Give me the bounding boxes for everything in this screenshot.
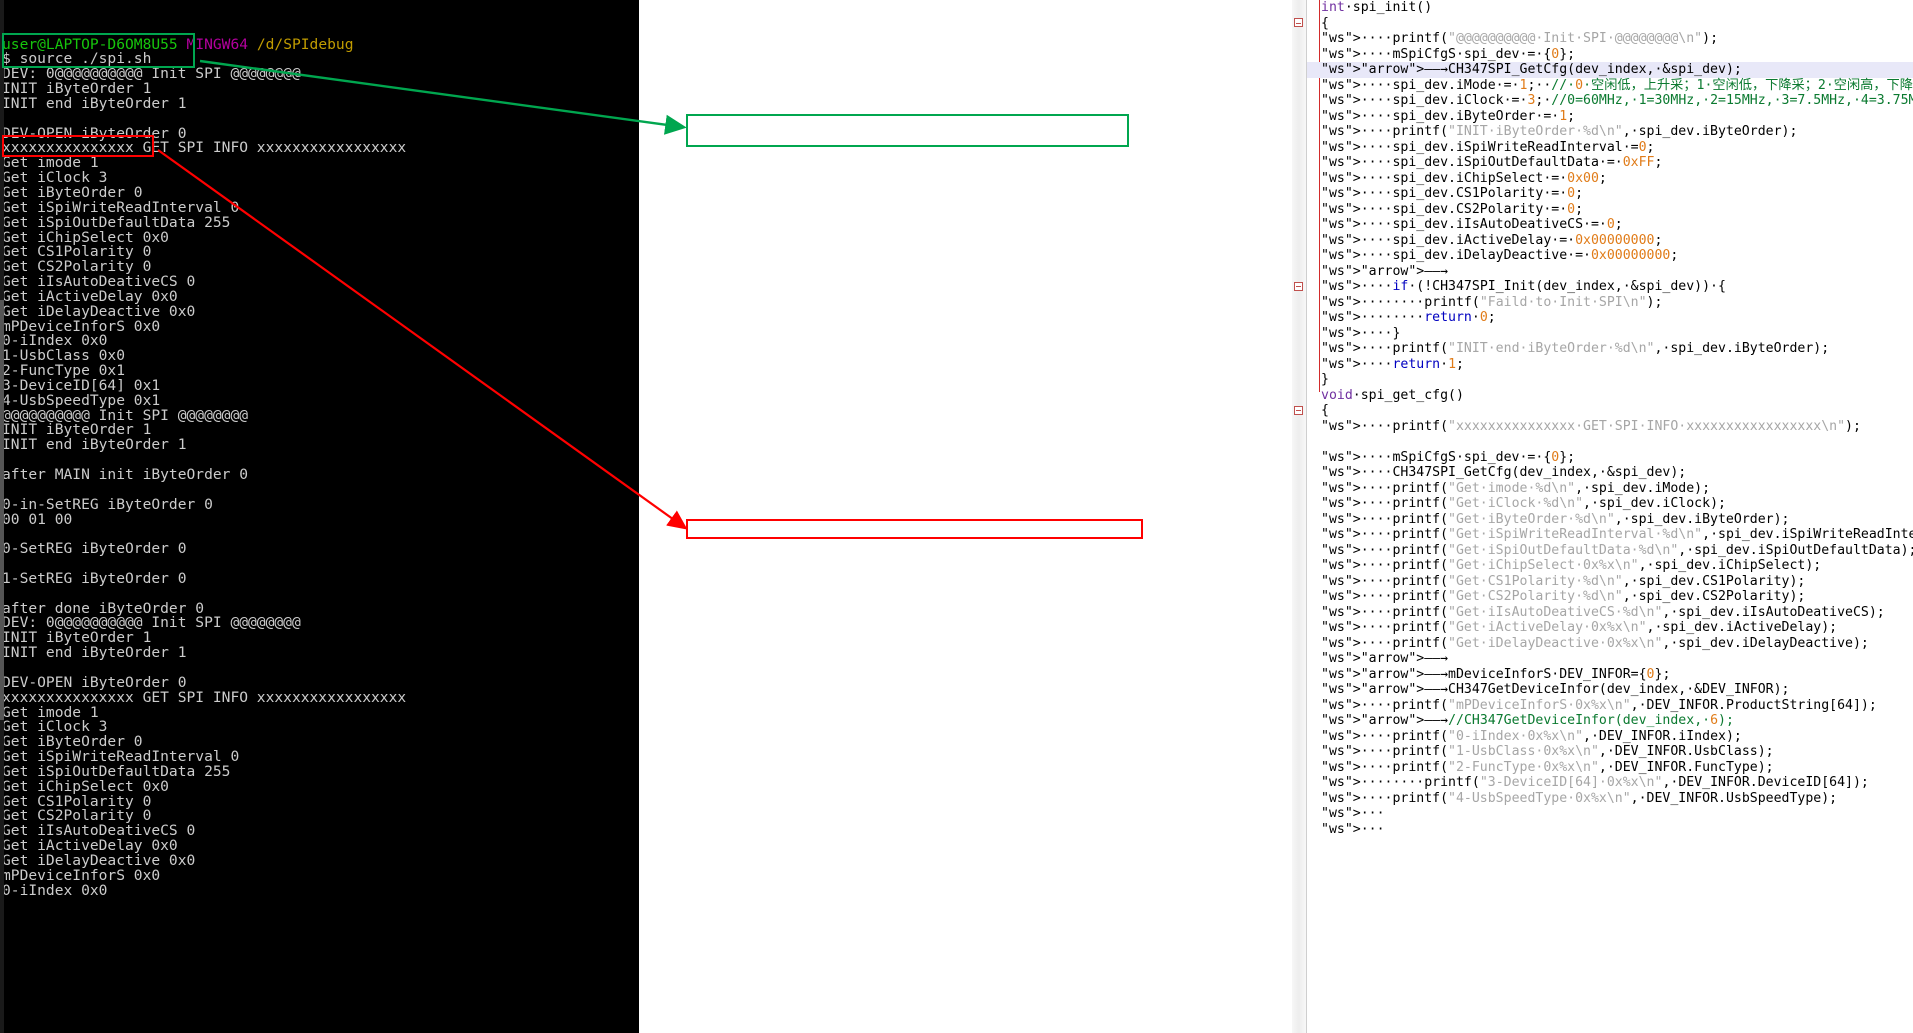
terminal-line: 0-in-SetREG iByteOrder 0 [2, 495, 213, 513]
code-line[interactable]: "ws">····return·1; [1307, 357, 1913, 373]
code-line[interactable]: "ws">····printf("Get·iDelayDeactive·0x%x… [1307, 636, 1913, 652]
code-line[interactable]: "ws">····if·(!CH347SPI_Init(dev_index,·&… [1294, 279, 1913, 295]
code-line[interactable]: "ws">····printf("mPDeviceInforS·0x%x\n",… [1307, 698, 1913, 714]
code-line[interactable]: "ws">"arrow">——→ [1307, 651, 1913, 667]
terminal-line: INIT end iByteOrder 1 [2, 436, 187, 454]
code-line[interactable] [1307, 434, 1913, 450]
terminal-line: 00 01 00 [2, 510, 73, 528]
code-line[interactable]: "ws">····printf("1-UsbClass·0x%x\n",·DEV… [1307, 744, 1913, 760]
terminal-pane[interactable]: user@LAPTOP-D6OM8U55 MINGW64 /d/SPIdebug… [0, 0, 639, 1033]
terminal-titlebar [0, 0, 639, 8]
code-line[interactable]: "ws">········return·0; [1307, 310, 1913, 326]
code-line[interactable]: "ws">····printf("Get·iSpiOutDefaultData·… [1307, 543, 1913, 559]
terminal-line: after MAIN init iByteOrder 0 [2, 466, 249, 483]
code-line[interactable]: "ws">····spi_dev.iActiveDelay·=·0x000000… [1307, 233, 1913, 249]
code-line[interactable]: "ws">····spi_dev.iMode·=·1;··//·0·空闲低，上升… [1307, 78, 1913, 94]
code-line[interactable]: "ws">····spi_dev.iChipSelect·=·0x00; [1307, 171, 1913, 187]
code-line[interactable]: "ws">····mSpiCfgS·spi_dev·=·{0}; [1307, 47, 1913, 63]
terminal-line: 0-iIndex 0x0 [2, 881, 108, 899]
code-line[interactable]: "ws">····CH347SPI_GetCfg(dev_index,·&spi… [1307, 465, 1913, 481]
code-line[interactable]: void·spi_get_cfg() [1307, 388, 1913, 404]
code-line[interactable]: "ws">"arrow">——→ [1307, 264, 1913, 280]
code-line[interactable]: "ws">····printf("INIT·end·iByteOrder·%d\… [1307, 341, 1913, 357]
code-line[interactable]: "ws">····printf("Get·iChipSelect·0x%x\n"… [1307, 558, 1913, 574]
code-line[interactable]: "ws">····mSpiCfgS·spi_dev·=·{0}; [1307, 450, 1913, 466]
code-line[interactable]: "ws">····printf("0-iIndex·0x%x\n",·DEV_I… [1307, 729, 1913, 745]
code-line[interactable]: "ws">····spi_dev.iSpiOutDefaultData·=·0x… [1307, 155, 1913, 171]
terminal-scrollbar[interactable] [0, 0, 4, 1033]
code-line[interactable]: "ws">····printf("Get·iActiveDelay·0x%x\n… [1307, 620, 1913, 636]
terminal-scrollbar-thumb[interactable] [0, 300, 4, 720]
code-line[interactable]: "ws">"arrow">——→mDeviceInforS·DEV_INFOR=… [1307, 667, 1913, 683]
code-line[interactable]: "ws">····printf("4-UsbSpeedType·0x%x\n",… [1307, 791, 1913, 807]
code-line[interactable]: "ws">····spi_dev.iClock·=·3;·//0=60MHz,·… [1307, 93, 1913, 109]
code-line[interactable]: "ws">····spi_dev.CS2Polarity·=·0; [1307, 202, 1913, 218]
code-line[interactable]: "ws">········printf("3-DeviceID[64]·0x%x… [1307, 775, 1913, 791]
terminal-output: user@LAPTOP-D6OM8U55 MINGW64 /d/SPIdebug… [2, 37, 639, 899]
code-line[interactable]: "ws">····spi_dev.iByteOrder·=·1; [1307, 109, 1913, 125]
fold-toggle-icon[interactable] [1294, 405, 1303, 415]
code-line[interactable]: "ws">····printf("xxxxxxxxxxxxxxx·GET·SPI… [1307, 419, 1913, 435]
code-line[interactable]: "ws">····printf("Get·CS1Polarity·%d\n",·… [1307, 574, 1913, 590]
terminal-line: INIT end iByteOrder 1 [2, 644, 187, 662]
terminal-line: INIT end iByteOrder 1 [2, 94, 187, 112]
code-content[interactable]: int·spi_init(){"ws">····printf("@@@@@@@@… [1294, 0, 1913, 1033]
code-line[interactable]: "ws">····printf("Get·imode·%d\n",·spi_de… [1307, 481, 1913, 497]
code-line[interactable]: "ws">····} [1307, 326, 1913, 342]
code-line[interactable]: "ws">····spi_dev.CS1Polarity·=·0; [1307, 186, 1913, 202]
code-line[interactable]: "ws">····printf("Get·iSpiWriteReadInterv… [1307, 527, 1913, 543]
code-line[interactable]: { [1294, 16, 1913, 32]
code-line[interactable]: "ws">····printf("Get·iIsAutoDeativeCS·%d… [1307, 605, 1913, 621]
code-line[interactable]: "ws">····spi_dev.iIsAutoDeativeCS·=·0; [1307, 217, 1913, 233]
terminal-line: 1-SetREG iByteOrder 0 [2, 569, 187, 587]
fold-toggle-icon[interactable] [1294, 281, 1303, 291]
code-line[interactable]: "ws">····printf("Get·CS2Polarity·%d\n",·… [1307, 589, 1913, 605]
code-line[interactable]: "ws">····spi_dev.iDelayDeactive·=·0x0000… [1307, 248, 1913, 264]
code-editor-pane[interactable]: int·spi_init(){"ws">····printf("@@@@@@@@… [639, 0, 1913, 1033]
code-line[interactable]: "ws">····spi_dev.iSpiWriteReadInterval·=… [1307, 140, 1913, 156]
code-line[interactable]: "ws">········printf("Faild·to·Init·SPI\n… [1307, 295, 1913, 311]
code-line[interactable]: } [1307, 372, 1913, 388]
terminal-line: 0-SetREG iByteOrder 0 [2, 540, 187, 558]
editor-bookmark-gutter[interactable] [1292, 0, 1307, 1033]
code-line[interactable]: "ws">"arrow">——→//CH347GetDeviceInfor(de… [1307, 713, 1913, 729]
code-line[interactable]: { [1294, 403, 1913, 419]
fold-toggle-icon[interactable] [1294, 18, 1303, 27]
code-line[interactable]: "ws">··· [1307, 806, 1913, 822]
code-line[interactable]: "ws">····printf("@@@@@@@@@@·Init·SPI·@@@… [1307, 31, 1913, 47]
code-line[interactable]: "ws">····printf("2-FuncType·0x%x\n",·DEV… [1307, 760, 1913, 776]
code-line[interactable]: "ws">"arrow">——→CH347GetDeviceInfor(dev_… [1307, 682, 1913, 698]
code-line[interactable]: "ws">"arrow">——→CH347SPI_GetCfg(dev_inde… [1307, 62, 1913, 78]
code-line[interactable]: "ws">··· [1307, 822, 1913, 838]
code-line[interactable]: int·spi_init() [1307, 0, 1913, 16]
code-line[interactable]: "ws">····printf("INIT·iByteOrder·%d\n",·… [1307, 124, 1913, 140]
code-line[interactable]: "ws">····printf("Get·iByteOrder·%d\n",·s… [1307, 512, 1913, 528]
code-line[interactable]: "ws">····printf("Get·iClock·%d\n",·spi_d… [1307, 496, 1913, 512]
